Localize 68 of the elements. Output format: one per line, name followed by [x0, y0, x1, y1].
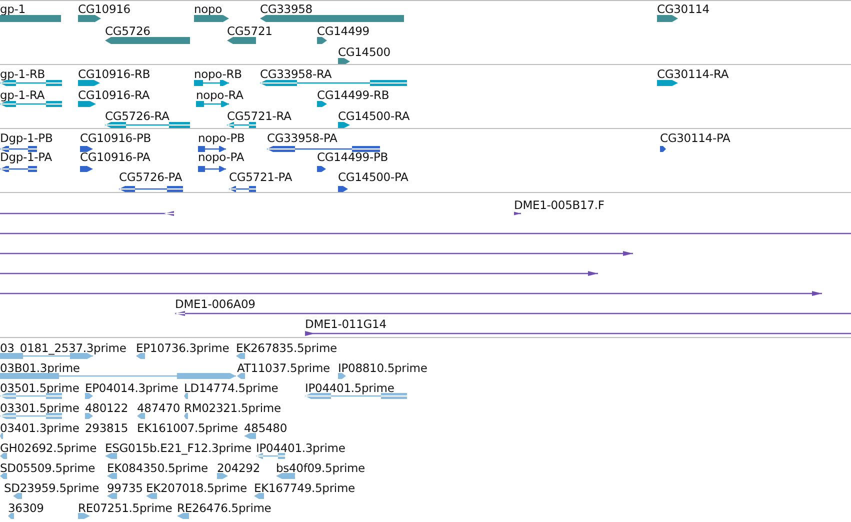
feature-label: 485480 [244, 422, 287, 435]
feature-label: CG14499 [317, 25, 370, 38]
feature-label: CG14500-RA [338, 110, 410, 123]
feature-label: nopo [194, 3, 222, 16]
feature-label: RM02321.5prime [184, 402, 281, 415]
feature-label: SD05509.5prime [0, 462, 96, 475]
feature-label: CG33958-RA [260, 68, 332, 81]
feature-label: gp-1-RB [0, 68, 46, 81]
feature-label: LD14774.5prime [184, 382, 278, 395]
feature-label: 293815 [85, 422, 128, 435]
feature-label: 487470 [137, 402, 180, 415]
feature-label: DME1-011G14 [305, 318, 386, 331]
feature-label: 03_0181_2537.3prime [0, 342, 126, 355]
feature-label: CG5721-RA [227, 110, 292, 123]
feature-label: SD23959.5prime [4, 482, 100, 495]
feature-label: RE26476.5prime [177, 502, 272, 515]
feature-label: 204292 [217, 462, 260, 475]
feature-label: DME1-005B17.F [514, 199, 604, 212]
feature-label: 03301.5prime [0, 402, 80, 415]
feature-label: CG14500 [338, 46, 390, 59]
feature-label: RE07251.5prime [78, 502, 172, 515]
feature-label: CG10916-PB [80, 132, 151, 145]
feature-label: AT11037.5prime [237, 362, 330, 375]
feature-label: CG10916-RB [78, 68, 150, 81]
feature-label: CG30114-RA [657, 68, 729, 81]
feature-label: DME1-006A09 [175, 298, 256, 311]
feature-label: CG10916-PA [80, 151, 150, 164]
feature-label: CG33958-PA [267, 132, 338, 145]
feature-label: IP08810.5prime [338, 362, 428, 375]
feature-label: bs40f09.5prime [276, 462, 365, 475]
feature-label: nopo-RB [194, 68, 242, 81]
feature-label: gp-1-RA [0, 89, 45, 102]
feature-label: 480122 [85, 402, 128, 415]
feature-label: GH02692.5prime [0, 442, 97, 455]
feature-label: CG5721-PA [229, 171, 292, 184]
feature-label: Dgp-1-PB [0, 132, 53, 145]
feature-label: CG5721 [227, 25, 272, 38]
feature-label: ESG015b.E21_F12.3prime [105, 442, 252, 455]
feature-label: 03401.3prime [0, 422, 80, 435]
feature-label: CG30114-PA [660, 132, 730, 145]
feature-label: CG14500-PA [338, 171, 408, 184]
feature-label: 03B01.3prime [0, 362, 80, 375]
feature-label: CG5726-PA [119, 171, 182, 184]
feature-label: IP04401.3prime [256, 442, 346, 455]
feature-label: CG5726 [105, 25, 150, 38]
feature-label: CG33958 [260, 3, 312, 16]
feature-label: nopo-RA [196, 89, 244, 102]
feature-label: CG30114 [657, 3, 710, 16]
feature-label: CG10916 [78, 3, 130, 16]
feature-label: 99735 [107, 482, 143, 495]
feature-label: gp-1 [0, 3, 26, 16]
feature-label: nopo-PA [198, 151, 244, 164]
feature-label: CG14499-RB [317, 89, 390, 102]
feature-label: IP04401.5prime [305, 382, 394, 395]
feature-label: EK267835.5prime [236, 342, 337, 355]
feature-label: CG14499-PB [317, 151, 388, 164]
feature-label: 36309 [8, 502, 44, 515]
feature-label: EP04014.3prime [85, 382, 178, 395]
feature-label: EK161007.5prime [137, 422, 238, 435]
feature-label: EK207018.5prime [146, 482, 247, 495]
feature-label: CG10916-RA [78, 89, 150, 102]
feature-label: Dgp-1-PA [0, 151, 52, 164]
feature-label: CG5726-RA [105, 110, 170, 123]
feature-label: 03501.5prime [0, 382, 80, 395]
feature-label: EK084350.5prime [107, 462, 208, 475]
feature-label: EP10736.3prime [136, 342, 230, 355]
feature-label: nopo-PB [198, 132, 245, 145]
feature-label: EK167749.5prime [254, 482, 355, 495]
